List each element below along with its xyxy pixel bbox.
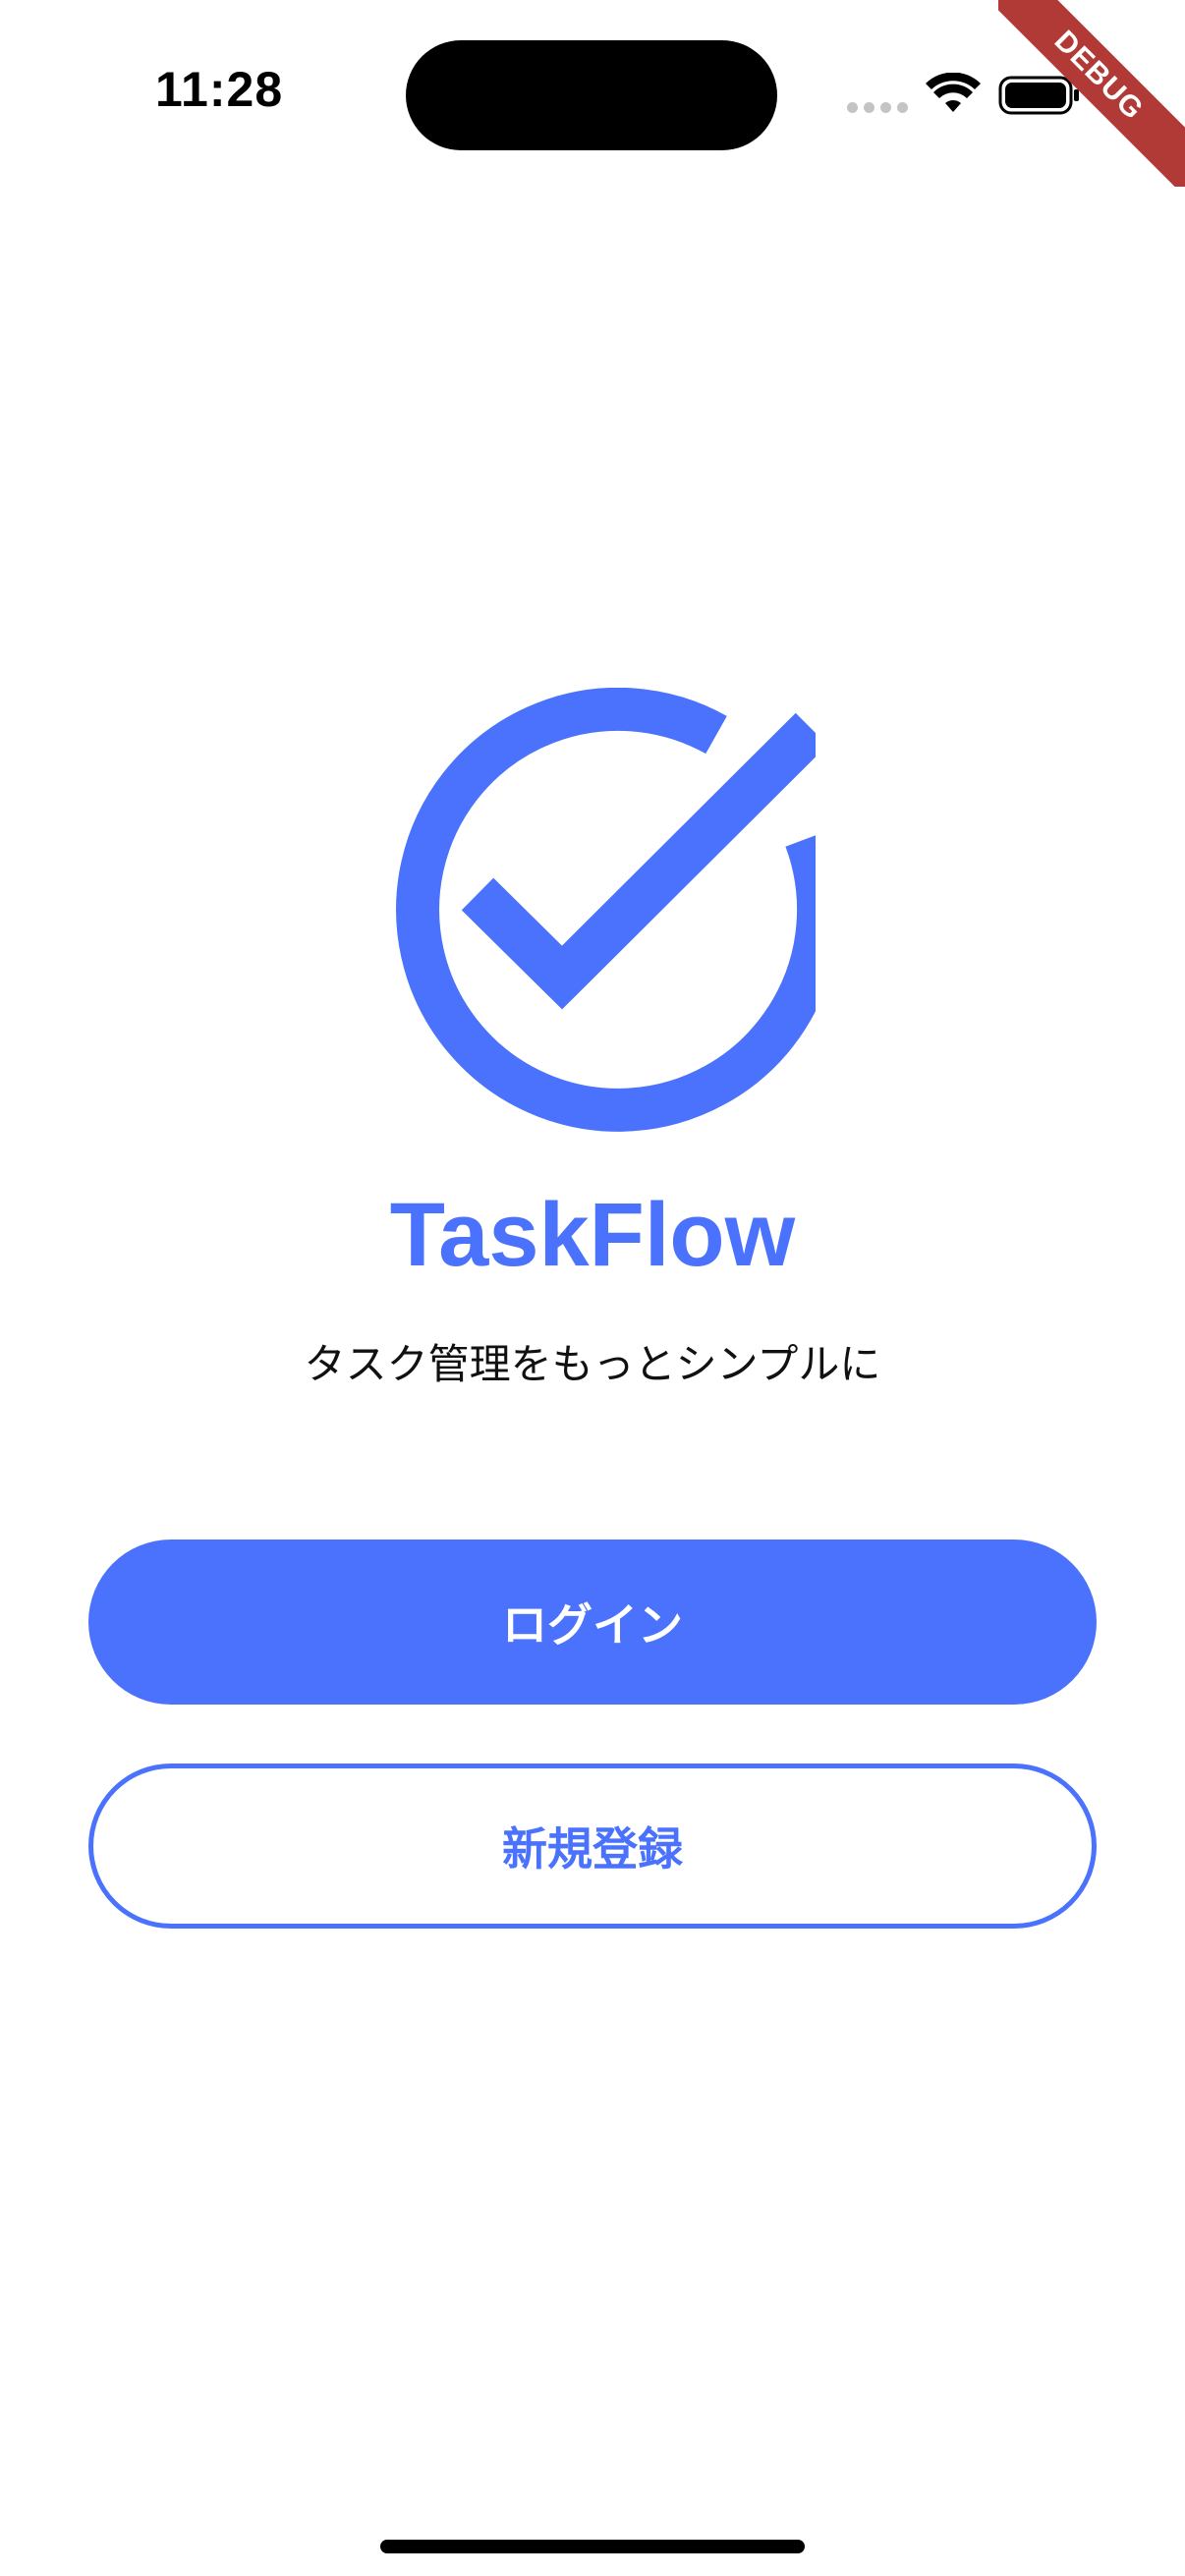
dynamic-island <box>406 40 777 150</box>
status-time: 11:28 <box>155 62 284 117</box>
welcome-screen: 11:28 DEBUG TaskFlow タスク管理をもっとシンプルに ログイン… <box>0 0 1185 2576</box>
check-circle-icon <box>396 688 816 1132</box>
login-button-label: ログイン <box>502 1598 683 1652</box>
app-title: TaskFlow <box>389 1185 796 1285</box>
register-button-label: 新規登録 <box>502 1822 683 1876</box>
login-button[interactable]: ログイン <box>88 1540 1097 1705</box>
debug-banner: DEBUG <box>998 0 1185 187</box>
home-indicator[interactable] <box>380 2540 805 2553</box>
cellular-signal-icon <box>847 102 908 113</box>
app-tagline: タスク管理をもっとシンプルに <box>304 1340 881 1388</box>
debug-label: DEBUG <box>998 0 1185 187</box>
wifi-icon <box>926 73 981 112</box>
register-button[interactable]: 新規登録 <box>88 1764 1097 1929</box>
